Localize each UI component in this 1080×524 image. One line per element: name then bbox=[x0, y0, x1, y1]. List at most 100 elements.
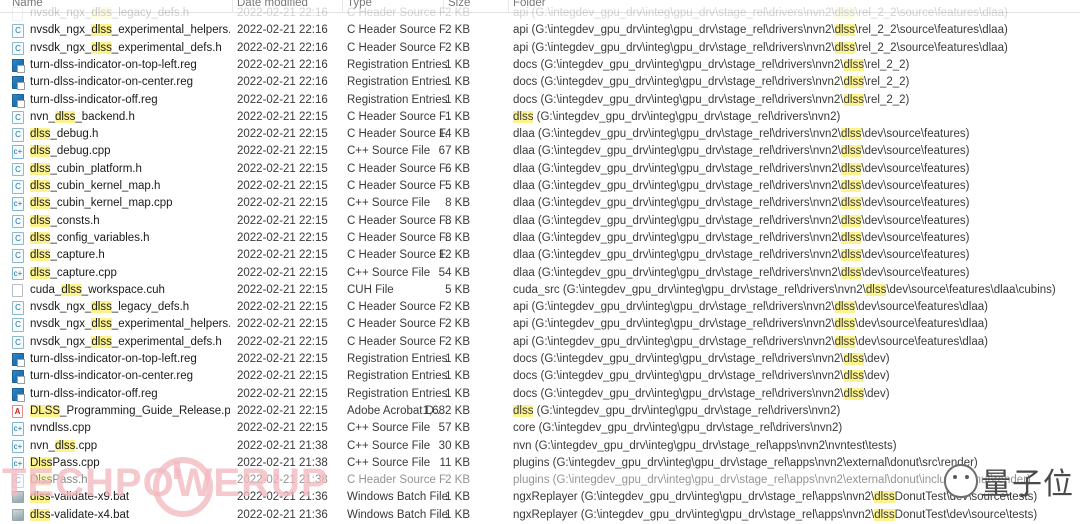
file-list[interactable]: nvsdk_ngx_dlss_legacy_defs.h 2022-02-21 2… bbox=[0, 7, 1080, 521]
file-name-cell[interactable]: DLSS_Programming_Guide_Release.pdf bbox=[30, 403, 230, 420]
table-row[interactable]: turn-dlss-indicator-on-center.reg 2022-02… bbox=[0, 368, 1080, 385]
folder-path-cell[interactable]: plugins (G:\integdev_gpu_drv\integ\gpu_d… bbox=[513, 472, 1073, 489]
table-row[interactable]: A DLSS_Programming_Guide_Release.pdf 2022-… bbox=[0, 403, 1080, 420]
file-name-cell[interactable]: nvn_dlss_backend.h bbox=[30, 109, 230, 126]
file-name-cell[interactable]: cuda_dlss_workspace.cuh bbox=[30, 282, 230, 299]
folder-path-cell[interactable]: dlss (G:\integdev_gpu_drv\integ\gpu_drv\… bbox=[513, 403, 1073, 420]
file-name-cell[interactable]: nvsdk_ngx_dlss_legacy_defs.h bbox=[30, 5, 230, 22]
folder-path-cell[interactable]: ngxReplayer (G:\integdev_gpu_drv\integ\g… bbox=[513, 489, 1073, 506]
table-row[interactable]: Cnvsdk_ngx_dlss_experimental_helpers.h 20… bbox=[0, 22, 1080, 39]
table-row[interactable]: turn-dlss-indicator-off.reg 2022-02-21 22… bbox=[0, 92, 1080, 109]
date-modified-cell: 2022-02-21 22:15 bbox=[237, 283, 328, 296]
table-row[interactable]: c+ dlss_capture.cpp 2022-02-21 22:15 C++ So… bbox=[0, 265, 1080, 282]
table-row[interactable]: turn-dlss-indicator-on-center.reg 2022-02… bbox=[0, 74, 1080, 91]
file-name-cell[interactable]: nvsdk_ngx_dlss_legacy_defs.h bbox=[30, 299, 230, 316]
table-row[interactable]: c+ dlss_cubin_kernel_map.cpp 2022-02-21 22… bbox=[0, 195, 1080, 212]
folder-path-cell[interactable]: cuda_src (G:\integdev_gpu_drv\integ\gpu_… bbox=[513, 282, 1073, 299]
table-row[interactable]: c+ DlssPass.cpp 2022-02-21 21:38 C++ Source… bbox=[0, 455, 1080, 472]
folder-path-cell[interactable]: dlaa (G:\integdev_gpu_drv\integ\gpu_drv\… bbox=[513, 247, 1073, 264]
table-row[interactable]: turn-dlss-indicator-on-top-left.reg 2022-… bbox=[0, 351, 1080, 368]
file-name-cell[interactable]: dlss_cubin_kernel_map.cpp bbox=[30, 195, 230, 212]
folder-path-cell[interactable]: dlaa (G:\integdev_gpu_drv\integ\gpu_drv\… bbox=[513, 195, 1073, 212]
folder-path-cell[interactable]: dlaa (G:\integdev_gpu_drv\integ\gpu_drv\… bbox=[513, 178, 1073, 195]
folder-path-cell[interactable]: dlaa (G:\integdev_gpu_drv\integ\gpu_drv\… bbox=[513, 230, 1073, 247]
date-modified-cell: 2022-02-21 22:15 bbox=[237, 231, 328, 244]
folder-path-cell[interactable]: api (G:\integdev_gpu_drv\integ\gpu_drv\s… bbox=[513, 40, 1073, 57]
file-name-cell[interactable]: turn-dlss-indicator-off.reg bbox=[30, 92, 230, 109]
file-size-cell: 54 KB bbox=[438, 266, 470, 279]
table-row[interactable]: dlss-validate-x9.bat 2022-02-21 21:36 Wind… bbox=[0, 489, 1080, 506]
file-name-cell[interactable]: nvn_dlss.cpp bbox=[30, 438, 230, 455]
file-name-cell[interactable]: dlss_config_variables.h bbox=[30, 230, 230, 247]
folder-path-cell[interactable]: ngxReplayer (G:\integdev_gpu_drv\integ\g… bbox=[513, 507, 1073, 524]
folder-path-cell[interactable]: dlaa (G:\integdev_gpu_drv\integ\gpu_drv\… bbox=[513, 265, 1073, 282]
table-row[interactable]: Cnvsdk_ngx_dlss_experimental_defs.h 2022-… bbox=[0, 334, 1080, 351]
folder-path-cell[interactable]: docs (G:\integdev_gpu_drv\integ\gpu_drv\… bbox=[513, 351, 1073, 368]
file-name-cell[interactable]: dlss_cubin_kernel_map.h bbox=[30, 178, 230, 195]
file-size-cell: 8 KB bbox=[445, 197, 470, 210]
folder-path-cell[interactable]: api (G:\integdev_gpu_drv\integ\gpu_drv\s… bbox=[513, 5, 1073, 22]
table-row[interactable]: nvsdk_ngx_dlss_legacy_defs.h 2022-02-21 2… bbox=[0, 5, 1080, 22]
table-row[interactable]: Cdlss_debug.h 2022-02-21 22:15 C Header So… bbox=[0, 126, 1080, 143]
folder-path-cell[interactable]: api (G:\integdev_gpu_drv\integ\gpu_drv\s… bbox=[513, 299, 1073, 316]
file-name-cell[interactable]: dlss-validate-x9.bat bbox=[30, 489, 230, 506]
folder-path-cell[interactable]: dlaa (G:\integdev_gpu_drv\integ\gpu_drv\… bbox=[513, 213, 1073, 230]
folder-path-cell[interactable]: dlss (G:\integdev_gpu_drv\integ\gpu_drv\… bbox=[513, 109, 1073, 126]
table-row[interactable]: C DlssPass.h 2022-02-21 21:38 C Header Sour… bbox=[0, 472, 1080, 489]
table-row[interactable]: Cnvsdk_ngx_dlss_experimental_defs.h 2022-… bbox=[0, 40, 1080, 57]
folder-path-cell[interactable]: docs (G:\integdev_gpu_drv\integ\gpu_drv\… bbox=[513, 74, 1073, 91]
folder-path-cell[interactable]: core (G:\integdev_gpu_drv\integ\gpu_drv\… bbox=[513, 420, 1073, 437]
folder-path-cell[interactable]: docs (G:\integdev_gpu_drv\integ\gpu_drv\… bbox=[513, 386, 1073, 403]
folder-path-cell[interactable]: docs (G:\integdev_gpu_drv\integ\gpu_drv\… bbox=[513, 368, 1073, 385]
table-row[interactable]: Cnvsdk_ngx_dlss_experimental_helpers.h 20… bbox=[0, 316, 1080, 333]
file-name-cell[interactable]: nvsdk_ngx_dlss_experimental_helpers.h bbox=[30, 22, 230, 39]
table-row[interactable]: c+ nvndlss.cpp 2022-02-21 22:15 C++ Source … bbox=[0, 420, 1080, 437]
file-name-cell[interactable]: DlssPass.h bbox=[30, 472, 230, 489]
table-row[interactable]: Cdlss_cubin_kernel_map.h 2022-02-21 22:15… bbox=[0, 178, 1080, 195]
file-name-cell[interactable]: dlss_cubin_platform.h bbox=[30, 161, 230, 178]
file-name-cell[interactable]: dlss_debug.cpp bbox=[30, 143, 230, 160]
date-modified-cell: 2022-02-21 22:15 bbox=[237, 422, 328, 435]
folder-path-cell[interactable]: docs (G:\integdev_gpu_drv\integ\gpu_drv\… bbox=[513, 92, 1073, 109]
table-row[interactable]: c+ nvn_dlss.cpp 2022-02-21 21:38 C++ Source… bbox=[0, 438, 1080, 455]
table-row[interactable]: Cnvsdk_ngx_dlss_legacy_defs.h 2022-02-21 … bbox=[0, 299, 1080, 316]
file-name-cell[interactable]: turn-dlss-indicator-on-center.reg bbox=[30, 368, 230, 385]
file-name-cell[interactable]: nvsdk_ngx_dlss_experimental_defs.h bbox=[30, 334, 230, 351]
table-row[interactable]: dlss-validate-x4.bat 2022-02-21 21:36 Wind… bbox=[0, 507, 1080, 524]
file-registry-icon bbox=[12, 76, 25, 91]
file-name-cell[interactable]: turn-dlss-indicator-off.reg bbox=[30, 386, 230, 403]
table-row[interactable]: c+ dlss_debug.cpp 2022-02-21 22:15 C++ Sour… bbox=[0, 143, 1080, 160]
folder-path-cell[interactable]: plugins (G:\integdev_gpu_drv\integ\gpu_d… bbox=[513, 455, 1073, 472]
folder-path-cell[interactable]: dlaa (G:\integdev_gpu_drv\integ\gpu_drv\… bbox=[513, 161, 1073, 178]
file-c-header-icon: C bbox=[12, 24, 25, 38]
file-name-cell[interactable]: dlss_capture.h bbox=[30, 247, 230, 264]
file-name-cell[interactable]: dlss-validate-x4.bat bbox=[30, 507, 230, 524]
file-name-cell[interactable]: dlss_consts.h bbox=[30, 213, 230, 230]
file-name-cell[interactable]: nvndlss.cpp bbox=[30, 420, 230, 437]
file-name-cell[interactable]: nvsdk_ngx_dlss_experimental_defs.h bbox=[30, 40, 230, 57]
folder-path-cell[interactable]: nvn (G:\integdev_gpu_drv\integ\gpu_drv\s… bbox=[513, 438, 1073, 455]
file-bat-icon bbox=[12, 508, 25, 523]
folder-path-cell[interactable]: dlaa (G:\integdev_gpu_drv\integ\gpu_drv\… bbox=[513, 143, 1073, 160]
file-name-cell[interactable]: dlss_debug.h bbox=[30, 126, 230, 143]
file-name-cell[interactable]: turn-dlss-indicator-on-top-left.reg bbox=[30, 57, 230, 74]
table-row[interactable]: Cdlss_capture.h 2022-02-21 22:15 C Header … bbox=[0, 247, 1080, 264]
file-name-cell[interactable]: DlssPass.cpp bbox=[30, 455, 230, 472]
table-row[interactable]: turn-dlss-indicator-on-top-left.reg 2022-… bbox=[0, 57, 1080, 74]
file-name-cell[interactable]: turn-dlss-indicator-on-center.reg bbox=[30, 74, 230, 91]
table-row[interactable]: Cnvn_dlss_backend.h 2022-02-21 22:15 C Hea… bbox=[0, 109, 1080, 126]
file-name-cell[interactable]: turn-dlss-indicator-on-top-left.reg bbox=[30, 351, 230, 368]
folder-path-cell[interactable]: docs (G:\integdev_gpu_drv\integ\gpu_drv\… bbox=[513, 57, 1073, 74]
table-row[interactable]: cuda_dlss_workspace.cuh 2022-02-21 22:15 C… bbox=[0, 282, 1080, 299]
folder-path-cell[interactable]: api (G:\integdev_gpu_drv\integ\gpu_drv\s… bbox=[513, 316, 1073, 333]
table-row[interactable]: Cdlss_cubin_platform.h 2022-02-21 22:15 C … bbox=[0, 161, 1080, 178]
table-row[interactable]: Cdlss_config_variables.h 2022-02-21 22:15… bbox=[0, 230, 1080, 247]
folder-path-cell[interactable]: api (G:\integdev_gpu_drv\integ\gpu_drv\s… bbox=[513, 334, 1073, 351]
table-row[interactable]: turn-dlss-indicator-off.reg 2022-02-21 22… bbox=[0, 386, 1080, 403]
file-name-cell[interactable]: dlss_capture.cpp bbox=[30, 265, 230, 282]
folder-path-cell[interactable]: api (G:\integdev_gpu_drv\integ\gpu_drv\s… bbox=[513, 22, 1073, 39]
date-modified-cell: 2022-02-21 21:38 bbox=[237, 439, 328, 452]
table-row[interactable]: Cdlss_consts.h 2022-02-21 22:15 C Header S… bbox=[0, 213, 1080, 230]
file-name-cell[interactable]: nvsdk_ngx_dlss_experimental_helpers.h bbox=[30, 316, 230, 333]
folder-path-cell[interactable]: dlaa (G:\integdev_gpu_drv\integ\gpu_drv\… bbox=[513, 126, 1073, 143]
